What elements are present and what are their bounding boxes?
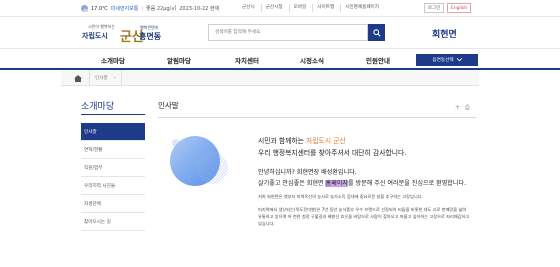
search-form xyxy=(208,24,386,41)
content-title: 인사말 xyxy=(158,101,179,110)
logo-subtitle: 자립도시 xyxy=(82,31,108,40)
util-link-cityhall[interactable]: 군산시청 xyxy=(260,4,287,12)
temperature: 17.0℃ xyxy=(91,5,108,12)
side-nav-photos[interactable]: 우리지역 사진들 xyxy=(81,177,145,195)
side-nav-greeting[interactable]: 인사말 xyxy=(81,123,145,141)
util-link-gunsan[interactable]: 군산시 xyxy=(238,4,259,12)
side-nav-staff[interactable]: 직원/업무 xyxy=(81,159,145,177)
lnb-title: 소개마당 xyxy=(81,102,115,112)
greeting-subheadline: 우리 행정복지센터를 찾아주셔서 대단히 감사합니다. xyxy=(258,149,407,157)
chevron-down-icon xyxy=(456,58,462,62)
dong-name: 회현면 xyxy=(432,30,457,40)
decorative-circles xyxy=(170,136,228,186)
breadcrumb-divider xyxy=(121,70,122,86)
search-button[interactable] xyxy=(368,24,385,41)
top-right-buttons: 로그인 English xyxy=(424,3,471,13)
side-nav-directions[interactable]: 찾아오시는 길 xyxy=(81,213,145,231)
plus-icon[interactable]: + xyxy=(455,104,460,112)
nav-civil-service[interactable]: 민원안내 xyxy=(366,55,390,65)
welcome-suffix: 를 방문해 주신 여러분을 진심으로 환영합니다. xyxy=(347,179,467,187)
weather-date: 2023-10-22 현재 xyxy=(179,6,220,12)
lnb-title-underline xyxy=(81,114,145,115)
chevron-down-icon: ⌄ xyxy=(113,75,117,80)
side-nav-history[interactable]: 연혁/현황 xyxy=(81,141,145,159)
breadcrumb-current[interactable]: 인사말 xyxy=(95,75,108,81)
greeting-paragraph: 안녕하십니까? 회현면장 배성환입니다. 살기좋고 안심좋은 회현면 홈페이지를… xyxy=(258,168,470,190)
dong-select-label: 읍면동선택 xyxy=(432,58,454,63)
home-icon xyxy=(74,74,82,82)
highlighted-word: 홈페이지 xyxy=(325,179,348,187)
main-nav: 소개마당 알림마당 자치센터 시정소식 민원안내 읍면동선택 xyxy=(0,48,560,70)
content-tools: + ⎙ xyxy=(455,104,470,112)
breadcrumb: 인사말 ⌄ xyxy=(61,70,479,86)
nav-autonomy[interactable]: 자치센터 xyxy=(235,55,259,65)
cloud-icon xyxy=(81,5,88,12)
nav-city-news[interactable]: 시정소식 xyxy=(300,55,324,65)
search-icon xyxy=(372,28,381,37)
side-nav: 인사말 연혁/현황 직원/업무 우리지역 사진들 자생단체 찾아오시는 길 xyxy=(81,123,145,231)
util-link-mobile[interactable]: 모바일 xyxy=(288,4,311,12)
body-text: 미지역에서 생산되는(목도전미쌀)은 7년 동안 농식품부 우수 브랜드로 선정… xyxy=(258,207,470,226)
site-header: 시민이 행복하는 자립도시 군산 행복콘텐츠 흥면동 회현면 xyxy=(0,18,560,48)
content-title-underline xyxy=(158,117,476,118)
language-button[interactable]: English xyxy=(447,3,471,13)
login-button[interactable]: 로그인 xyxy=(424,3,445,13)
util-link-sitemap[interactable]: 사이트맵 xyxy=(312,4,338,12)
top-utility-bar: 17.0℃ 미세먼지보통 | 좋음 22μg/㎥ 2023-10-22 현재 군… xyxy=(0,0,560,17)
dong-select[interactable]: 읍면동선택 xyxy=(416,54,478,66)
ultrafine-dust: 좋음 22μg/㎥ xyxy=(146,6,177,12)
welcome-prefix: 살기좋고 안심좋은 회현면 xyxy=(258,179,326,187)
home-button[interactable] xyxy=(72,74,84,82)
print-icon[interactable]: ⎙ xyxy=(465,104,470,112)
dust-status: 미세먼지보통 xyxy=(110,6,139,12)
search-input[interactable] xyxy=(208,24,368,41)
logo-slogan: 시민이 행복하는 xyxy=(88,24,116,29)
nav-notice[interactable]: 알림마당 xyxy=(167,55,191,65)
utility-nav: 군산시 군산시청 모바일 사이트맵 시민명예홈페이지 xyxy=(238,4,383,12)
greeting-line: 안녕하십니까? 회현면장 배성환입니다. xyxy=(258,169,357,176)
greeting-headline: 시민과 함께하는 자립도시 군산 xyxy=(258,135,346,145)
separator: | xyxy=(141,5,144,12)
util-link-honor[interactable]: 시민명예홈페이지 xyxy=(340,4,383,12)
nav-intro[interactable]: 소개마당 xyxy=(101,55,125,65)
headline-highlight: 자립도시 군산 xyxy=(306,137,346,145)
side-nav-groups[interactable]: 자생단체 xyxy=(81,195,145,213)
breadcrumb-divider xyxy=(89,70,90,86)
site-logo[interactable]: 시민이 행복하는 자립도시 군산 행복콘텐츠 흥면동 xyxy=(82,24,164,46)
headline-prefix: 시민과 함께하는 xyxy=(258,137,307,145)
weather-widget: 17.0℃ 미세먼지보통 | 좋음 22μg/㎥ 2023-10-22 현재 xyxy=(81,4,219,13)
logo-dong: 흥면동 xyxy=(139,32,162,41)
greeting-welcome: 살기좋고 안심좋은 회현면 홈페이지를 방문해 주신 여러분을 진심으로 환영합… xyxy=(258,179,470,190)
body-text: 저희 회현면은 옛부터 미색옥산의 농사로 농가소득 증대에 중요로운 살을 추… xyxy=(258,194,423,199)
